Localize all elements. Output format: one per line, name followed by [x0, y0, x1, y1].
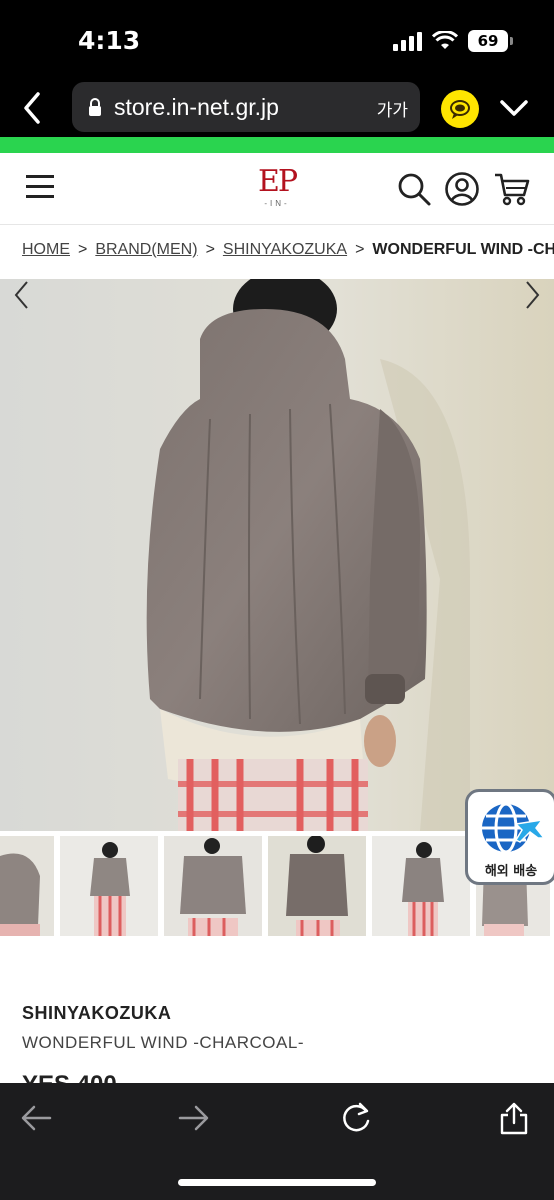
product-main-image[interactable] — [0, 279, 554, 831]
breadcrumb-home[interactable]: HOME — [22, 241, 70, 259]
breadcrumb: HOME > BRAND(MEN) > SHINYAKOZUKA > WONDE… — [22, 241, 554, 259]
web-page: EP -IN- HOME > BRAND(MEN) > SHINYAKOZUKA… — [0, 153, 554, 1083]
battery-icon: 69 — [468, 30, 513, 52]
cart-icon[interactable] — [494, 171, 530, 207]
breadcrumb-shinyakozuka[interactable]: SHINYAKOZUKA — [223, 241, 347, 259]
status-icons: 69 — [393, 30, 513, 52]
thumbnail-3[interactable] — [164, 836, 262, 936]
product-price: YES 400 — [22, 1071, 117, 1083]
account-icon[interactable] — [444, 171, 480, 207]
thumbnail-2[interactable] — [60, 836, 158, 936]
breadcrumb-separator: > — [355, 241, 365, 258]
text-size-button[interactable]: 가가 — [377, 96, 408, 121]
breadcrumb-current: WONDERFUL WIND -CHARCOAL- — [372, 241, 554, 258]
breadcrumb-separator: > — [78, 241, 88, 258]
status-time: 4:13 — [78, 26, 141, 55]
reload-icon[interactable] — [338, 1101, 374, 1135]
browser-toolbar — [0, 1083, 554, 1200]
breadcrumb-brand-men[interactable]: BRAND(MEN) — [95, 241, 197, 259]
thumbnail-1[interactable] — [0, 836, 54, 936]
status-bar: 4:13 69 — [0, 0, 554, 80]
product-brand: SHINYAKOZUKA — [22, 1003, 172, 1023]
wifi-icon — [432, 31, 458, 49]
product-name: WONDERFUL WIND -CHARCOAL- — [22, 1033, 304, 1052]
chat-icon[interactable] — [441, 90, 479, 128]
globe-plane-icon — [482, 802, 546, 854]
arrow-left-icon[interactable] — [18, 1101, 54, 1135]
thumbnail-5[interactable] — [372, 836, 470, 936]
back-chevron-icon[interactable] — [18, 90, 50, 126]
previous-image-arrow-icon[interactable] — [10, 279, 34, 311]
thumbnail-4[interactable] — [268, 836, 366, 936]
product-photo — [0, 279, 554, 831]
url-text: store.in-net.gr.jp — [114, 94, 279, 120]
share-icon[interactable] — [496, 1101, 532, 1135]
hamburger-icon[interactable] — [26, 175, 54, 199]
search-icon[interactable] — [396, 171, 432, 207]
accent-bar — [0, 137, 554, 153]
overseas-shipping-badge[interactable]: 해외 배송 — [465, 789, 554, 885]
arrow-right-icon[interactable] — [176, 1101, 212, 1135]
signal-icon — [393, 31, 422, 51]
lock-icon — [89, 98, 101, 116]
site-header: EP -IN- — [0, 153, 554, 225]
address-bar[interactable]: store.in-net.gr.jp 가가 — [72, 82, 420, 132]
site-logo[interactable]: EP -IN- — [252, 165, 302, 215]
overseas-shipping-label: 해외 배송 — [484, 864, 538, 879]
logo-mark: EP — [257, 164, 298, 199]
home-indicator — [178, 1179, 376, 1186]
chevron-down-icon[interactable] — [498, 94, 530, 122]
breadcrumb-separator: > — [205, 241, 215, 258]
logo-sub: -IN- — [264, 199, 290, 208]
next-image-arrow-icon[interactable] — [520, 279, 544, 311]
